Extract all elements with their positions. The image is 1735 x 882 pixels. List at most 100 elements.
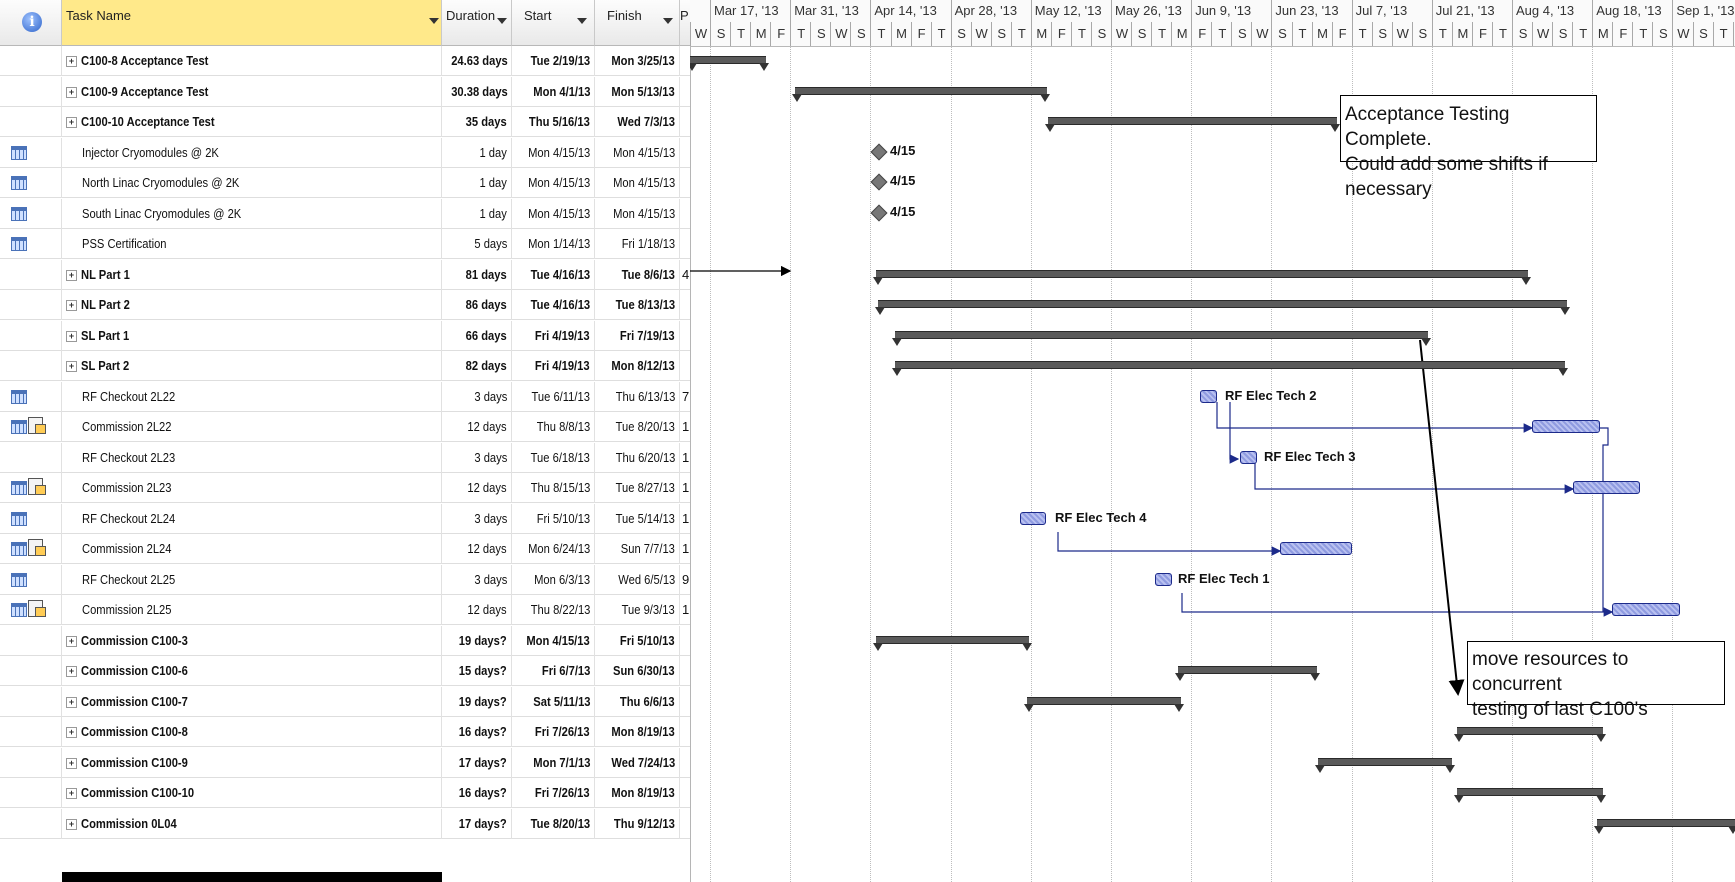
note-acceptance-testing[interactable]: Acceptance Testing Complete. Could add s… bbox=[1340, 95, 1597, 200]
task-row[interactable]: + Commission 0L04 17 days? Tue 8/20/13 Thu 9… bbox=[0, 808, 690, 839]
summary-bar[interactable] bbox=[792, 86, 1050, 102]
finish-cell[interactable]: Fri 7/19/13 bbox=[595, 320, 680, 351]
duration-cell[interactable]: 3 days bbox=[442, 564, 512, 595]
start-cell[interactable]: Tue 6/11/13 bbox=[512, 381, 595, 412]
task-name-cell[interactable]: + SL Part 2 bbox=[62, 351, 442, 381]
start-cell[interactable]: Fri 4/19/13 bbox=[512, 351, 595, 381]
expand-icon[interactable]: + bbox=[66, 269, 77, 281]
task-row[interactable]: RF Checkout 2L23 3 days Tue 6/18/13 Thu 6/2… bbox=[0, 442, 690, 473]
expand-icon[interactable]: + bbox=[66, 696, 77, 708]
finish-cell[interactable]: Mon 4/15/13 bbox=[595, 198, 680, 229]
summary-bar[interactable] bbox=[690, 56, 769, 71]
start-cell[interactable]: Mon 1/14/13 bbox=[512, 229, 595, 259]
duration-cell[interactable]: 15 days? bbox=[442, 656, 512, 686]
start-cell[interactable]: Mon 6/3/13 bbox=[512, 564, 595, 595]
task-row[interactable]: + NL Part 2 86 days Tue 4/16/13 Tue 8/13/13 bbox=[0, 290, 690, 320]
finish-cell[interactable]: Tue 8/13/13 bbox=[595, 290, 680, 320]
duration-cell[interactable]: 16 days? bbox=[442, 717, 512, 747]
task-row[interactable]: + Commission C100-10 16 days? Fri 7/26/13 Mo… bbox=[0, 778, 690, 808]
task-row[interactable]: + Commission C100-9 17 days? Mon 7/1/13 Wed … bbox=[0, 747, 690, 778]
task-bar[interactable] bbox=[1200, 389, 1217, 403]
duration-cell[interactable]: 81 days bbox=[442, 259, 512, 290]
finish-header[interactable]: Finish bbox=[595, 0, 680, 46]
task-bar[interactable] bbox=[1612, 603, 1680, 616]
finish-cell[interactable]: Thu 9/12/13 bbox=[595, 808, 680, 839]
duration-cell[interactable]: 17 days? bbox=[442, 747, 512, 778]
finish-cell[interactable]: Mon 4/15/13 bbox=[595, 137, 680, 168]
task-name-cell[interactable]: + Commission C100-10 bbox=[62, 778, 442, 808]
duration-cell[interactable]: 3 days bbox=[442, 442, 512, 473]
task-name-cell[interactable]: + Commission C100-8 bbox=[62, 717, 442, 747]
task-row[interactable]: RF Checkout 2L25 3 days Mon 6/3/13 Wed 6/5/… bbox=[0, 564, 690, 595]
task-name-cell[interactable]: + Commission C100-3 bbox=[62, 625, 442, 656]
task-name-cell[interactable]: RF Checkout 2L22 bbox=[62, 381, 442, 412]
duration-cell[interactable]: 19 days? bbox=[442, 625, 512, 656]
task-name-filter-dropdown-icon[interactable] bbox=[429, 18, 439, 24]
task-name-cell[interactable]: RF Checkout 2L23 bbox=[62, 442, 442, 473]
start-cell[interactable]: Tue 2/19/13 bbox=[512, 46, 595, 76]
expand-icon[interactable]: + bbox=[66, 666, 77, 678]
finish-cell[interactable]: Mon 3/25/13 bbox=[595, 46, 680, 76]
duration-cell[interactable]: 1 day bbox=[442, 198, 512, 229]
finish-cell[interactable]: Thu 6/13/13 bbox=[595, 381, 680, 412]
finish-cell[interactable]: Mon 4/15/13 bbox=[595, 168, 680, 198]
task-name-cell[interactable]: + Commission C100-7 bbox=[62, 686, 442, 717]
task-row[interactable]: + C100-9 Acceptance Test 30.38 days Mon 4/1… bbox=[0, 76, 690, 107]
expand-icon[interactable]: + bbox=[66, 117, 77, 129]
summary-bar[interactable] bbox=[873, 269, 1531, 285]
task-row[interactable]: RF Checkout 2L24 3 days Fri 5/10/13 Tue 5/1… bbox=[0, 503, 690, 534]
duration-cell[interactable]: 35 days bbox=[442, 107, 512, 137]
duration-cell[interactable]: 19 days? bbox=[442, 686, 512, 717]
start-cell[interactable]: Thu 8/22/13 bbox=[512, 595, 595, 625]
summary-bar[interactable] bbox=[892, 330, 1431, 346]
duration-cell[interactable]: 3 days bbox=[442, 503, 512, 534]
duration-cell[interactable]: 12 days bbox=[442, 534, 512, 564]
start-cell[interactable]: Mon 4/15/13 bbox=[512, 137, 595, 168]
task-name-cell[interactable]: RF Checkout 2L25 bbox=[62, 564, 442, 595]
task-name-cell[interactable]: North Linac Cryomodules @ 2K bbox=[62, 168, 442, 198]
task-name-cell[interactable]: + NL Part 2 bbox=[62, 290, 442, 320]
duration-cell[interactable]: 82 days bbox=[442, 351, 512, 381]
finish-cell[interactable]: Tue 9/3/13 bbox=[595, 595, 680, 625]
start-cell[interactable]: Fri 6/7/13 bbox=[512, 656, 595, 686]
duration-cell[interactable]: 3 days bbox=[442, 381, 512, 412]
task-row[interactable]: + SL Part 2 82 days Fri 4/19/13 Mon 8/12/13 bbox=[0, 351, 690, 381]
start-cell[interactable]: Tue 4/16/13 bbox=[512, 290, 595, 320]
start-cell[interactable]: Fri 7/26/13 bbox=[512, 778, 595, 808]
task-name-cell[interactable]: + Commission 0L04 bbox=[62, 808, 442, 839]
finish-cell[interactable]: Wed 7/3/13 bbox=[595, 107, 680, 137]
task-row[interactable]: Commission 2L25 12 days Thu 8/22/13 Tue 9/3… bbox=[0, 595, 690, 625]
start-cell[interactable]: Mon 4/15/13 bbox=[512, 168, 595, 198]
finish-cell[interactable]: Tue 5/14/13 bbox=[595, 503, 680, 534]
start-cell[interactable]: Mon 4/15/13 bbox=[512, 198, 595, 229]
start-cell[interactable]: Thu 5/16/13 bbox=[512, 107, 595, 137]
finish-filter-dropdown-icon[interactable] bbox=[663, 18, 673, 24]
task-row[interactable]: Injector Cryomodules @ 2K 1 day Mon 4/15/1… bbox=[0, 137, 690, 168]
task-bar[interactable] bbox=[1240, 450, 1257, 464]
start-cell[interactable]: Thu 8/8/13 bbox=[512, 412, 595, 442]
summary-bar[interactable] bbox=[873, 635, 1032, 651]
task-name-cell[interactable]: + SL Part 1 bbox=[62, 320, 442, 351]
duration-cell[interactable]: 12 days bbox=[442, 412, 512, 442]
expand-icon[interactable]: + bbox=[66, 56, 77, 68]
finish-cell[interactable]: Mon 5/13/13 bbox=[595, 76, 680, 107]
expand-icon[interactable]: + bbox=[66, 757, 77, 769]
task-row[interactable]: + Commission C100-8 16 days? Fri 7/26/13 Mon… bbox=[0, 717, 690, 747]
summary-bar[interactable] bbox=[1454, 788, 1606, 803]
task-name-cell[interactable]: + C100-9 Acceptance Test bbox=[62, 76, 442, 107]
task-name-cell[interactable]: Commission 2L23 bbox=[62, 473, 442, 503]
task-name-cell[interactable]: + C100-10 Acceptance Test bbox=[62, 107, 442, 137]
task-name-cell[interactable]: Commission 2L22 bbox=[62, 412, 442, 442]
task-row[interactable]: Commission 2L22 12 days Thu 8/8/13 Tue 8/20… bbox=[0, 412, 690, 442]
start-cell[interactable]: Tue 6/18/13 bbox=[512, 442, 595, 473]
finish-cell[interactable]: Thu 6/20/13 bbox=[595, 442, 680, 473]
start-cell[interactable]: Fri 7/26/13 bbox=[512, 717, 595, 747]
duration-cell[interactable]: 86 days bbox=[442, 290, 512, 320]
finish-cell[interactable]: Mon 8/19/13 bbox=[595, 717, 680, 747]
finish-cell[interactable]: Tue 8/27/13 bbox=[595, 473, 680, 503]
finish-cell[interactable]: Tue 8/20/13 bbox=[595, 412, 680, 442]
start-cell[interactable]: Mon 7/1/13 bbox=[512, 747, 595, 778]
start-cell[interactable]: Thu 8/15/13 bbox=[512, 473, 595, 503]
task-name-cell[interactable]: + NL Part 1 bbox=[62, 259, 442, 290]
duration-cell[interactable]: 24.63 days bbox=[442, 46, 512, 76]
